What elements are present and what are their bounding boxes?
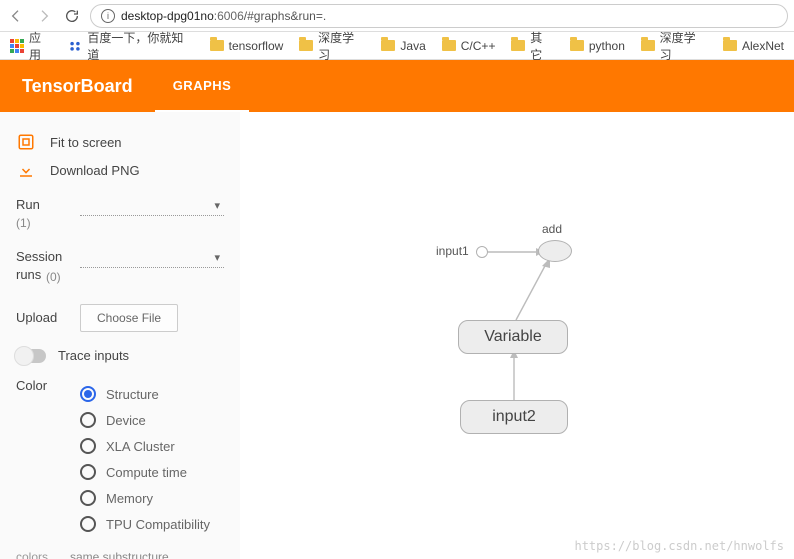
folder-icon xyxy=(381,40,395,51)
input1-label: input1 xyxy=(436,244,469,258)
color-option-structure[interactable]: Structure xyxy=(80,381,210,407)
trace-inputs-label: Trace inputs xyxy=(58,348,129,363)
browser-forward-button[interactable] xyxy=(34,6,54,26)
graph-node-input1[interactable] xyxy=(476,246,488,258)
bookmark-item[interactable]: 深度学习 xyxy=(641,29,707,63)
graph-node-input2[interactable]: input2 xyxy=(460,400,568,434)
watermark: https://blog.csdn.net/hnwolfs xyxy=(574,539,784,553)
baidu-icon xyxy=(68,39,82,53)
folder-icon xyxy=(299,40,313,51)
radio-icon xyxy=(80,412,96,428)
color-label: Color xyxy=(16,377,70,395)
add-node-label: add xyxy=(542,222,562,236)
tensorboard-header: TensorBoard GRAPHS xyxy=(0,60,794,112)
graph-node-add[interactable] xyxy=(538,240,572,262)
bookmark-item[interactable]: Java xyxy=(381,39,425,53)
legend-label: colors xyxy=(16,550,56,559)
browser-back-button[interactable] xyxy=(6,6,26,26)
color-option-compute-time[interactable]: Compute time xyxy=(80,459,210,485)
choose-file-button[interactable]: Choose File xyxy=(80,304,178,332)
bookmark-item[interactable]: 其它 xyxy=(511,29,553,63)
color-option-device[interactable]: Device xyxy=(80,407,210,433)
tensorboard-logo: TensorBoard xyxy=(0,60,155,112)
bookmark-item[interactable]: 深度学习 xyxy=(299,29,365,63)
fit-icon xyxy=(16,133,36,151)
caret-down-icon: ▾ xyxy=(214,251,220,264)
graph-canvas[interactable]: add input1 Variable input2 https://blog.… xyxy=(240,112,794,559)
bookmark-item[interactable]: 百度一下，你就知道 xyxy=(68,29,193,63)
bookmark-item[interactable]: tensorflow xyxy=(210,39,284,53)
apps-icon xyxy=(10,39,24,53)
run-dropdown[interactable]: ▾ xyxy=(80,196,224,216)
folder-icon xyxy=(210,40,224,51)
folder-icon xyxy=(570,40,584,51)
fit-to-screen-button[interactable]: Fit to screen xyxy=(16,128,224,156)
url-bar[interactable]: i desktop-dpg01no:6006/#graphs&run=. xyxy=(90,4,788,28)
radio-icon xyxy=(80,464,96,480)
radio-icon xyxy=(80,438,96,454)
radio-icon xyxy=(80,490,96,506)
site-info-icon[interactable]: i xyxy=(101,9,115,23)
color-option-memory[interactable]: Memory xyxy=(80,485,210,511)
folder-icon xyxy=(723,40,737,51)
legend-same: same substructure xyxy=(70,550,169,559)
bookmark-item[interactable]: AlexNet xyxy=(723,39,784,53)
color-option-xla-cluster[interactable]: XLA Cluster xyxy=(80,433,210,459)
apps-label: 应用 xyxy=(29,29,52,63)
browser-nav-bar: i desktop-dpg01no:6006/#graphs&run=. xyxy=(0,0,794,32)
trace-inputs-toggle[interactable] xyxy=(16,349,46,363)
url-text: desktop-dpg01no:6006/#graphs&run=. xyxy=(121,9,326,23)
apps-button[interactable]: 应用 xyxy=(10,29,52,63)
bookmark-item[interactable]: C/C++ xyxy=(442,39,496,53)
folder-icon xyxy=(641,40,655,51)
upload-label: Upload xyxy=(16,309,70,327)
color-option-tpu-compatibility[interactable]: TPU Compatibility xyxy=(80,511,210,537)
download-png-button[interactable]: Download PNG xyxy=(16,156,224,184)
radio-icon xyxy=(80,516,96,532)
browser-reload-button[interactable] xyxy=(62,6,82,26)
session-runs-selector[interactable]: Sessionruns Session runs (0) ▾ xyxy=(16,248,224,286)
bookmarks-bar: 应用 百度一下，你就知道 tensorflow 深度学习 Java C/C++ … xyxy=(0,32,794,60)
tab-graphs[interactable]: GRAPHS xyxy=(155,60,250,113)
session-dropdown[interactable]: ▾ xyxy=(80,248,224,268)
caret-down-icon: ▾ xyxy=(214,199,220,212)
graph-node-variable[interactable]: Variable xyxy=(458,320,568,354)
folder-icon xyxy=(442,40,456,51)
run-selector[interactable]: Run (1) ▾ xyxy=(16,196,224,232)
radio-icon xyxy=(80,386,96,402)
bookmark-item[interactable]: python xyxy=(570,39,625,53)
sidebar: Fit to screen Download PNG Run (1) ▾ Ses… xyxy=(0,112,240,559)
download-icon xyxy=(16,161,36,179)
folder-icon xyxy=(511,40,525,51)
